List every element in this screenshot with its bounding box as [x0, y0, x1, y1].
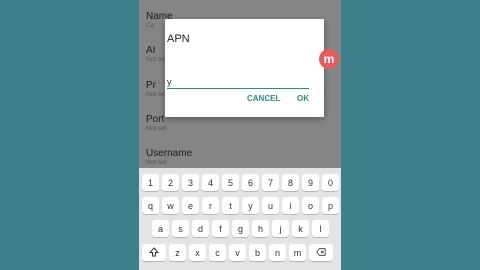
- key-z[interactable]: z: [169, 244, 186, 261]
- logo-badge: m: [319, 49, 339, 69]
- key-y[interactable]: y: [242, 197, 259, 214]
- key-9[interactable]: 9: [302, 174, 319, 191]
- backspace-key[interactable]: [309, 244, 333, 261]
- key-g[interactable]: g: [232, 220, 249, 237]
- cancel-button[interactable]: CANCEL: [247, 94, 280, 103]
- key-p[interactable]: p: [322, 197, 339, 214]
- keyboard: 1234567890 qwertyuiop asdfghjkl zxcvbnm: [139, 168, 341, 270]
- key-e[interactable]: e: [182, 197, 199, 214]
- key-k[interactable]: k: [292, 220, 309, 237]
- keyboard-bottom-letters: zxcvbnm: [166, 244, 306, 261]
- key-6[interactable]: 6: [242, 174, 259, 191]
- key-m[interactable]: m: [289, 244, 306, 261]
- key-3[interactable]: 3: [182, 174, 199, 191]
- key-r[interactable]: r: [202, 197, 219, 214]
- key-t[interactable]: t: [222, 197, 239, 214]
- shift-icon: [148, 246, 160, 259]
- key-a[interactable]: a: [152, 220, 169, 237]
- backspace-icon: [316, 247, 326, 259]
- key-u[interactable]: u: [262, 197, 279, 214]
- key-0[interactable]: 0: [322, 174, 339, 191]
- key-f[interactable]: f: [212, 220, 229, 237]
- shift-key[interactable]: [142, 244, 166, 261]
- key-b[interactable]: b: [249, 244, 266, 261]
- apn-input[interactable]: [167, 76, 309, 89]
- key-v[interactable]: v: [229, 244, 246, 261]
- key-w[interactable]: w: [162, 197, 179, 214]
- key-7[interactable]: 7: [262, 174, 279, 191]
- key-s[interactable]: s: [172, 220, 189, 237]
- apn-dialog: APN CANCEL OK: [165, 19, 324, 117]
- ok-button[interactable]: OK: [297, 94, 309, 103]
- key-q[interactable]: q: [142, 197, 159, 214]
- keyboard-middle-row: asdfghjkl: [139, 220, 341, 237]
- key-5[interactable]: 5: [222, 174, 239, 191]
- key-j[interactable]: j: [272, 220, 289, 237]
- dialog-title: APN: [167, 33, 190, 45]
- keyboard-bottom-row: zxcvbnm: [139, 244, 341, 261]
- key-n[interactable]: n: [269, 244, 286, 261]
- key-8[interactable]: 8: [282, 174, 299, 191]
- key-d[interactable]: d: [192, 220, 209, 237]
- key-i[interactable]: i: [282, 197, 299, 214]
- key-x[interactable]: x: [189, 244, 206, 261]
- keyboard-number-row: 1234567890: [139, 174, 341, 191]
- keyboard-top-row: qwertyuiop: [139, 197, 341, 214]
- key-1[interactable]: 1: [142, 174, 159, 191]
- key-c[interactable]: c: [209, 244, 226, 261]
- key-4[interactable]: 4: [202, 174, 219, 191]
- key-o[interactable]: o: [302, 197, 319, 214]
- phone-screen: Name Ca AI Not set Pr Not set Port Not s…: [139, 0, 341, 270]
- key-h[interactable]: h: [252, 220, 269, 237]
- key-2[interactable]: 2: [162, 174, 179, 191]
- key-l[interactable]: l: [312, 220, 329, 237]
